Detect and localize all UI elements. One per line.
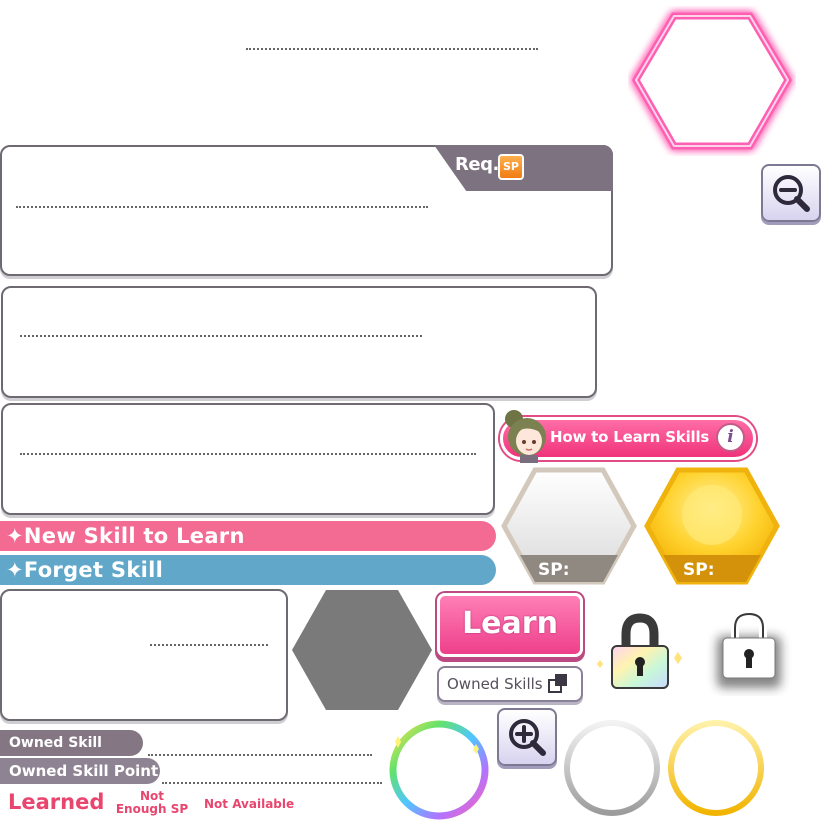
owned-skill-point-label: Owned Skill Point bbox=[9, 762, 159, 780]
requirement-label: Req. bbox=[455, 154, 499, 175]
gold-ring bbox=[668, 720, 764, 816]
silver-sp-hex[interactable]: SP: bbox=[498, 465, 640, 587]
skill-description-line bbox=[16, 206, 428, 208]
forget-skill-banner: ✦Forget Skill bbox=[0, 555, 496, 585]
neon-hex-frame bbox=[631, 12, 793, 150]
not-available-status: Not Available bbox=[204, 797, 295, 811]
title-placeholder-line bbox=[246, 48, 538, 50]
owned-skill-point-pill-large: Owned Skill Point bbox=[0, 758, 160, 784]
rainbow-ring bbox=[389, 720, 489, 820]
learn-button[interactable]: Learn bbox=[437, 593, 583, 657]
not-enough-sp-status: Not Enough SP bbox=[115, 789, 189, 816]
forget-skill-label: Forget Skill bbox=[23, 558, 164, 582]
skill-panel-2-line bbox=[20, 335, 422, 337]
gold-sp-label: SP: bbox=[683, 560, 715, 580]
lock-icon bbox=[717, 609, 781, 688]
copy-icon bbox=[548, 674, 567, 693]
sparkle-icon: ✦ bbox=[6, 524, 24, 548]
new-skill-label: New Skill to Learn bbox=[23, 524, 245, 548]
owned-skills-label: Owned Skills bbox=[447, 675, 543, 693]
skill-panel-small bbox=[0, 589, 288, 721]
zoom-out-button[interactable] bbox=[761, 164, 821, 222]
learned-status: Learned bbox=[8, 790, 105, 814]
silver-sp-label: SP: bbox=[538, 560, 570, 580]
zoom-in-icon bbox=[509, 719, 546, 756]
owned-skill-point-pill: Owned Skill Point bbox=[0, 730, 143, 777]
zoom-out-icon bbox=[773, 175, 810, 212]
sp-badge-icon: SP bbox=[498, 154, 524, 180]
sparkle-icon: ✦ bbox=[6, 558, 24, 582]
how-to-learn-label: How to Learn Skills bbox=[550, 428, 710, 446]
zoom-in-button[interactable] bbox=[497, 708, 557, 766]
owned-skill-point-line bbox=[148, 754, 372, 756]
gold-sp-hex[interactable]: SP: bbox=[641, 465, 783, 587]
skill-panel-3 bbox=[1, 403, 495, 515]
skill-panel-small-line bbox=[150, 644, 268, 646]
rainbow-lock-icon bbox=[597, 613, 682, 689]
skill-panel-2 bbox=[1, 286, 597, 398]
skill-panel-3-line bbox=[20, 453, 476, 455]
new-skill-banner: ✦New Skill to Learn bbox=[0, 521, 496, 551]
avatar bbox=[505, 410, 546, 463]
owned-skill-point-line-2 bbox=[162, 782, 382, 784]
silver-ring bbox=[564, 720, 660, 816]
info-icon[interactable]: i bbox=[716, 423, 745, 452]
gray-hex-slot bbox=[292, 590, 432, 710]
